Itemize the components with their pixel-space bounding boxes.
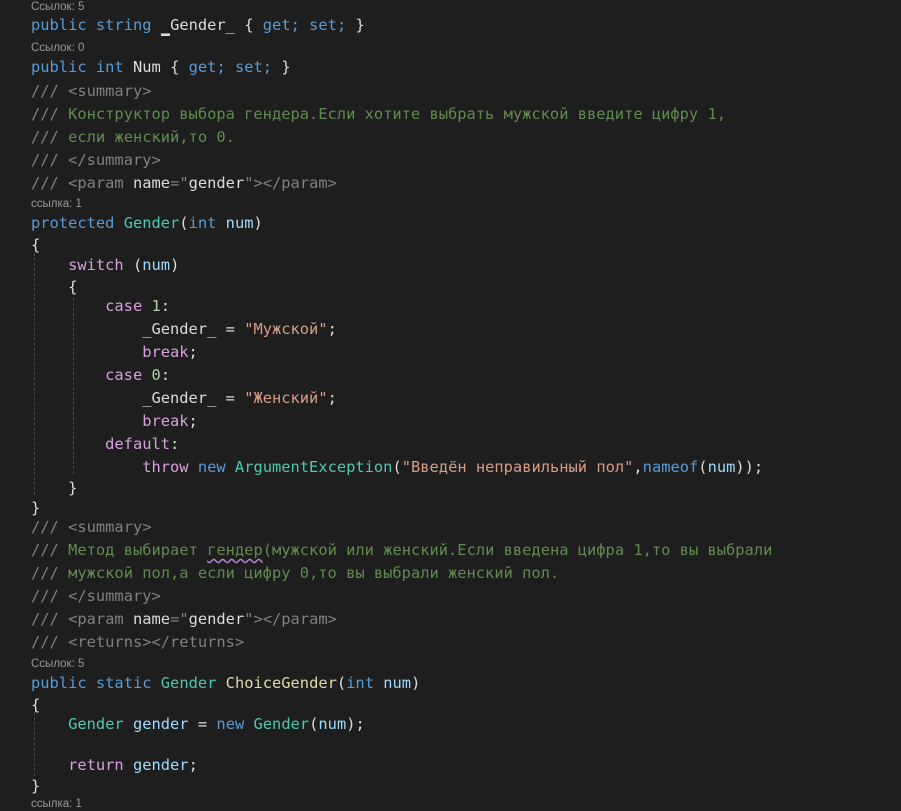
codelens-reference-count[interactable]: Ссылок: 5	[31, 0, 84, 14]
spelling-squiggle[interactable]: гендер	[207, 541, 263, 559]
code-line[interactable]: _Gender_ = "Мужской";	[31, 318, 337, 340]
doc-comment-line[interactable]: /// </summary>	[31, 149, 161, 171]
code-line[interactable]: }	[31, 775, 40, 797]
text-cursor: _	[160, 16, 171, 36]
code-line[interactable]: public static Gender ChoiceGender(int nu…	[31, 672, 420, 694]
codelens-reference-count[interactable]: ссылка: 1	[31, 197, 82, 211]
doc-comment-line[interactable]: /// Метод выбирает гендер(мужской или же…	[31, 539, 772, 561]
codelens-reference-count[interactable]: Ссылок: 5	[31, 657, 84, 671]
code-line[interactable]: public int Num { get; set; }	[31, 56, 291, 78]
doc-comment-line[interactable]: /// Конструктор выбора гендера.Если хоти…	[31, 103, 726, 125]
codelens-reference-count[interactable]: Ссылок: 0	[31, 41, 84, 55]
code-line[interactable]: public string _Gender_ { get; set; }	[31, 14, 365, 36]
doc-comment-line[interactable]: /// мужской пол,а если цифру 0,то вы выб…	[31, 562, 559, 584]
doc-comment-line[interactable]: /// <param name="gender"></param>	[31, 608, 337, 630]
code-line[interactable]: protected Gender(int num)	[31, 212, 263, 234]
doc-comment-line[interactable]: /// <summary>	[31, 80, 152, 102]
code-line[interactable]: default:	[31, 433, 179, 455]
code-line[interactable]: case 0:	[31, 364, 170, 386]
code-line[interactable]: switch (num)	[31, 254, 179, 276]
doc-comment-line[interactable]: /// если женский,то 0.	[31, 126, 235, 148]
doc-comment-line[interactable]: /// <param name="gender"></param>	[31, 172, 337, 194]
doc-comment-line[interactable]: /// <returns></returns>	[31, 631, 244, 653]
doc-comment-line[interactable]: /// <summary>	[31, 516, 152, 538]
code-line[interactable]: break;	[31, 410, 198, 432]
code-line[interactable]: break;	[31, 341, 198, 363]
code-editor[interactable]: Ссылок: 5 public string _Gender_ { get; …	[0, 0, 901, 811]
code-line[interactable]: return gender;	[31, 754, 198, 776]
doc-comment-line[interactable]: /// </summary>	[31, 585, 161, 607]
code-line[interactable]: }	[31, 477, 77, 499]
codelens-reference-count[interactable]: ссылка: 1	[31, 797, 82, 811]
code-line[interactable]: case 1:	[31, 295, 170, 317]
code-line[interactable]: {	[31, 234, 40, 256]
code-line[interactable]: Gender gender = new Gender(num);	[31, 713, 365, 735]
code-line[interactable]: throw new ArgumentException("Введён непр…	[31, 456, 763, 478]
code-line[interactable]: _Gender_ = "Женский";	[31, 387, 337, 409]
